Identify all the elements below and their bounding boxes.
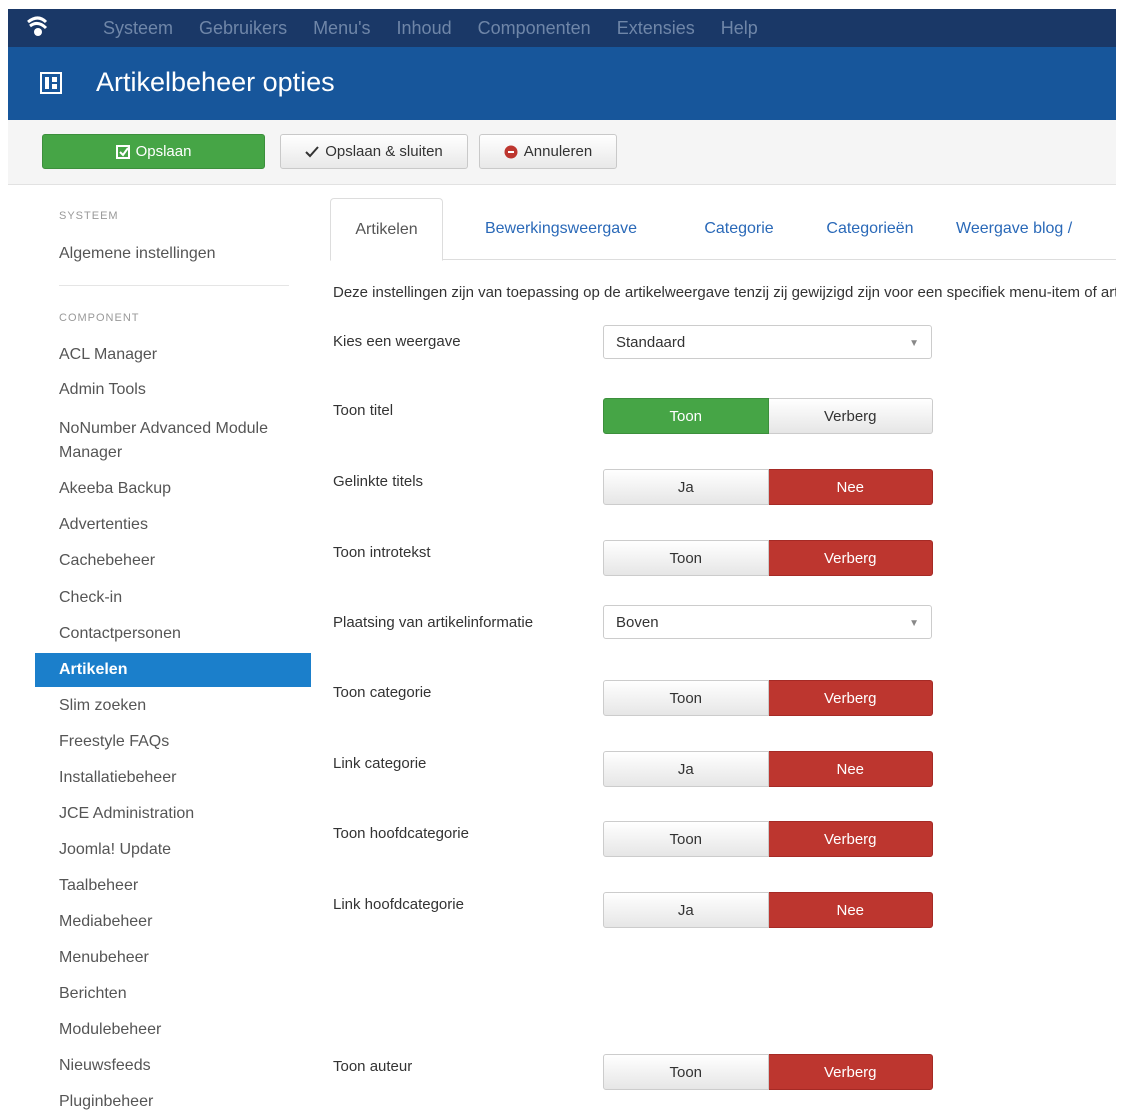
linked-titles-no-option[interactable]: Nee bbox=[768, 469, 933, 505]
menu-system[interactable]: Systeem bbox=[103, 18, 173, 39]
menu-components[interactable]: Componenten bbox=[478, 18, 591, 39]
options-description: Deze instellingen zijn van toepassing op… bbox=[333, 284, 1116, 301]
save-close-label: Opslaan & sluiten bbox=[325, 143, 443, 160]
sidebar-item-acl-manager[interactable]: ACL Manager bbox=[35, 338, 311, 372]
sidebar-item-media[interactable]: Mediabeheer bbox=[35, 905, 311, 939]
show-category-hide-option[interactable]: Verberg bbox=[768, 680, 933, 716]
sidebar-item-smart-search[interactable]: Slim zoeken bbox=[35, 689, 311, 723]
tab-categories[interactable]: Categorieën bbox=[810, 198, 930, 260]
joomla-logo-icon[interactable] bbox=[24, 16, 52, 40]
options-icon bbox=[40, 72, 62, 94]
link-parent-label: Link hoofdcategorie bbox=[333, 896, 464, 913]
toolbar: Opslaan Opslaan & sluiten Annuleren bbox=[8, 120, 1116, 185]
save-label: Opslaan bbox=[135, 143, 192, 160]
show-parent-label: Toon hoofdcategorie bbox=[333, 825, 469, 842]
sidebar-item-menus[interactable]: Menubeheer bbox=[35, 941, 311, 975]
save-close-button[interactable]: Opslaan & sluiten bbox=[280, 134, 468, 169]
show-parent-toggle: Toon Verberg bbox=[603, 821, 933, 857]
sidebar-item-global-configuration[interactable]: Algemene instellingen bbox=[35, 237, 311, 271]
show-author-label: Toon auteur bbox=[333, 1058, 413, 1075]
sidebar-item-joomla-update[interactable]: Joomla! Update bbox=[35, 833, 311, 867]
show-title-hide-option[interactable]: Verberg bbox=[768, 398, 933, 434]
show-intro-hide-option[interactable]: Verberg bbox=[768, 540, 933, 576]
tab-category[interactable]: Categorie bbox=[684, 198, 794, 260]
layout-select-value: Standaard bbox=[616, 333, 686, 351]
show-title-label: Toon titel bbox=[333, 402, 394, 419]
show-author-show-option[interactable]: Toon bbox=[603, 1054, 769, 1090]
sidebar-item-akeeba-backup[interactable]: Akeeba Backup bbox=[35, 472, 311, 506]
linked-titles-toggle: Ja Nee bbox=[603, 469, 933, 505]
link-parent-toggle: Ja Nee bbox=[603, 892, 933, 928]
sidebar-item-contacts[interactable]: Contactpersonen bbox=[35, 617, 311, 651]
linked-titles-label: Gelinkte titels bbox=[333, 473, 424, 490]
show-author-toggle: Toon Verberg bbox=[603, 1054, 933, 1090]
tab-editing-layout[interactable]: Bewerkingsweergave bbox=[458, 198, 664, 260]
show-category-label: Toon categorie bbox=[333, 684, 432, 701]
show-parent-show-option[interactable]: Toon bbox=[603, 821, 769, 857]
link-parent-no-option[interactable]: Nee bbox=[768, 892, 933, 928]
info-position-select[interactable]: Boven ▼ bbox=[603, 605, 932, 639]
link-category-no-option[interactable]: Nee bbox=[768, 751, 933, 787]
sidebar-item-freestyle-faqs[interactable]: Freestyle FAQs bbox=[35, 725, 311, 759]
sidebar-item-plugins[interactable]: Pluginbeheer bbox=[35, 1085, 311, 1111]
sidebar-item-jce[interactable]: JCE Administration bbox=[35, 797, 311, 831]
show-intro-label: Toon introtekst bbox=[333, 544, 431, 561]
sidebar-item-articles[interactable]: Artikelen bbox=[35, 653, 311, 687]
check-icon bbox=[305, 145, 319, 158]
menu-content[interactable]: Inhoud bbox=[397, 18, 452, 39]
link-category-toggle: Ja Nee bbox=[603, 751, 933, 787]
sidebar-item-languages[interactable]: Taalbeheer bbox=[35, 869, 311, 903]
options-tabs: Artikelen Bewerkingsweergave Categorie C… bbox=[330, 198, 1116, 261]
link-category-label: Link categorie bbox=[333, 755, 427, 772]
layout-select[interactable]: Standaard ▼ bbox=[603, 325, 932, 359]
show-intro-show-option[interactable]: Toon bbox=[603, 540, 769, 576]
chevron-down-icon: ▼ bbox=[909, 338, 919, 349]
layout-label: Kies een weergave bbox=[333, 333, 461, 350]
menu-users[interactable]: Gebruikers bbox=[199, 18, 287, 39]
menu-extensions[interactable]: Extensies bbox=[617, 18, 695, 39]
cancel-button[interactable]: Annuleren bbox=[479, 134, 617, 169]
page-header: Artikelbeheer opties bbox=[8, 47, 1116, 120]
save-icon bbox=[115, 144, 130, 159]
chevron-down-icon: ▼ bbox=[909, 618, 919, 629]
linked-titles-yes-option[interactable]: Ja bbox=[603, 469, 769, 505]
sidebar-item-banners[interactable]: Advertenties bbox=[35, 508, 311, 542]
top-menu: Systeem Gebruikers Menu's Inhoud Compone… bbox=[103, 9, 784, 47]
show-parent-hide-option[interactable]: Verberg bbox=[768, 821, 933, 857]
show-category-show-option[interactable]: Toon bbox=[603, 680, 769, 716]
menu-menus[interactable]: Menu's bbox=[313, 18, 370, 39]
link-category-yes-option[interactable]: Ja bbox=[603, 751, 769, 787]
tab-blog-layout[interactable]: Weergave blog / bbox=[956, 198, 1116, 260]
sidebar-item-cache[interactable]: Cachebeheer bbox=[35, 544, 311, 578]
sidebar-item-newsfeeds[interactable]: Nieuwsfeeds bbox=[35, 1049, 311, 1083]
show-title-toggle: Toon Verberg bbox=[603, 398, 933, 434]
sidebar-item-messages[interactable]: Berichten bbox=[35, 977, 311, 1011]
sidebar-item-advanced-module-manager[interactable]: NoNumber Advanced Module Manager bbox=[35, 411, 275, 467]
tab-articles[interactable]: Artikelen bbox=[330, 198, 443, 261]
sidebar-item-admin-tools[interactable]: Admin Tools bbox=[35, 373, 311, 407]
cancel-label: Annuleren bbox=[523, 143, 593, 160]
sidebar-heading-component: COMPONENT bbox=[59, 312, 140, 324]
sidebar-item-modules[interactable]: Modulebeheer bbox=[35, 1013, 311, 1047]
info-position-label: Plaatsing van artikelinformatie bbox=[333, 614, 534, 631]
sidebar-divider bbox=[59, 285, 289, 286]
cancel-icon bbox=[504, 145, 518, 159]
top-navbar: Systeem Gebruikers Menu's Inhoud Compone… bbox=[8, 9, 1116, 47]
page-title: Artikelbeheer opties bbox=[96, 67, 335, 97]
sidebar-heading-system: SYSTEEM bbox=[59, 210, 119, 222]
link-parent-yes-option[interactable]: Ja bbox=[603, 892, 769, 928]
show-author-hide-option[interactable]: Verberg bbox=[768, 1054, 933, 1090]
show-title-show-option[interactable]: Toon bbox=[603, 398, 769, 434]
sidebar-item-checkin[interactable]: Check-in bbox=[35, 581, 311, 615]
save-button[interactable]: Opslaan bbox=[42, 134, 265, 169]
show-category-toggle: Toon Verberg bbox=[603, 680, 933, 716]
sidebar-item-installer[interactable]: Installatiebeheer bbox=[35, 761, 311, 795]
show-intro-toggle: Toon Verberg bbox=[603, 540, 933, 576]
menu-help[interactable]: Help bbox=[721, 18, 758, 39]
info-position-select-value: Boven bbox=[616, 613, 659, 631]
